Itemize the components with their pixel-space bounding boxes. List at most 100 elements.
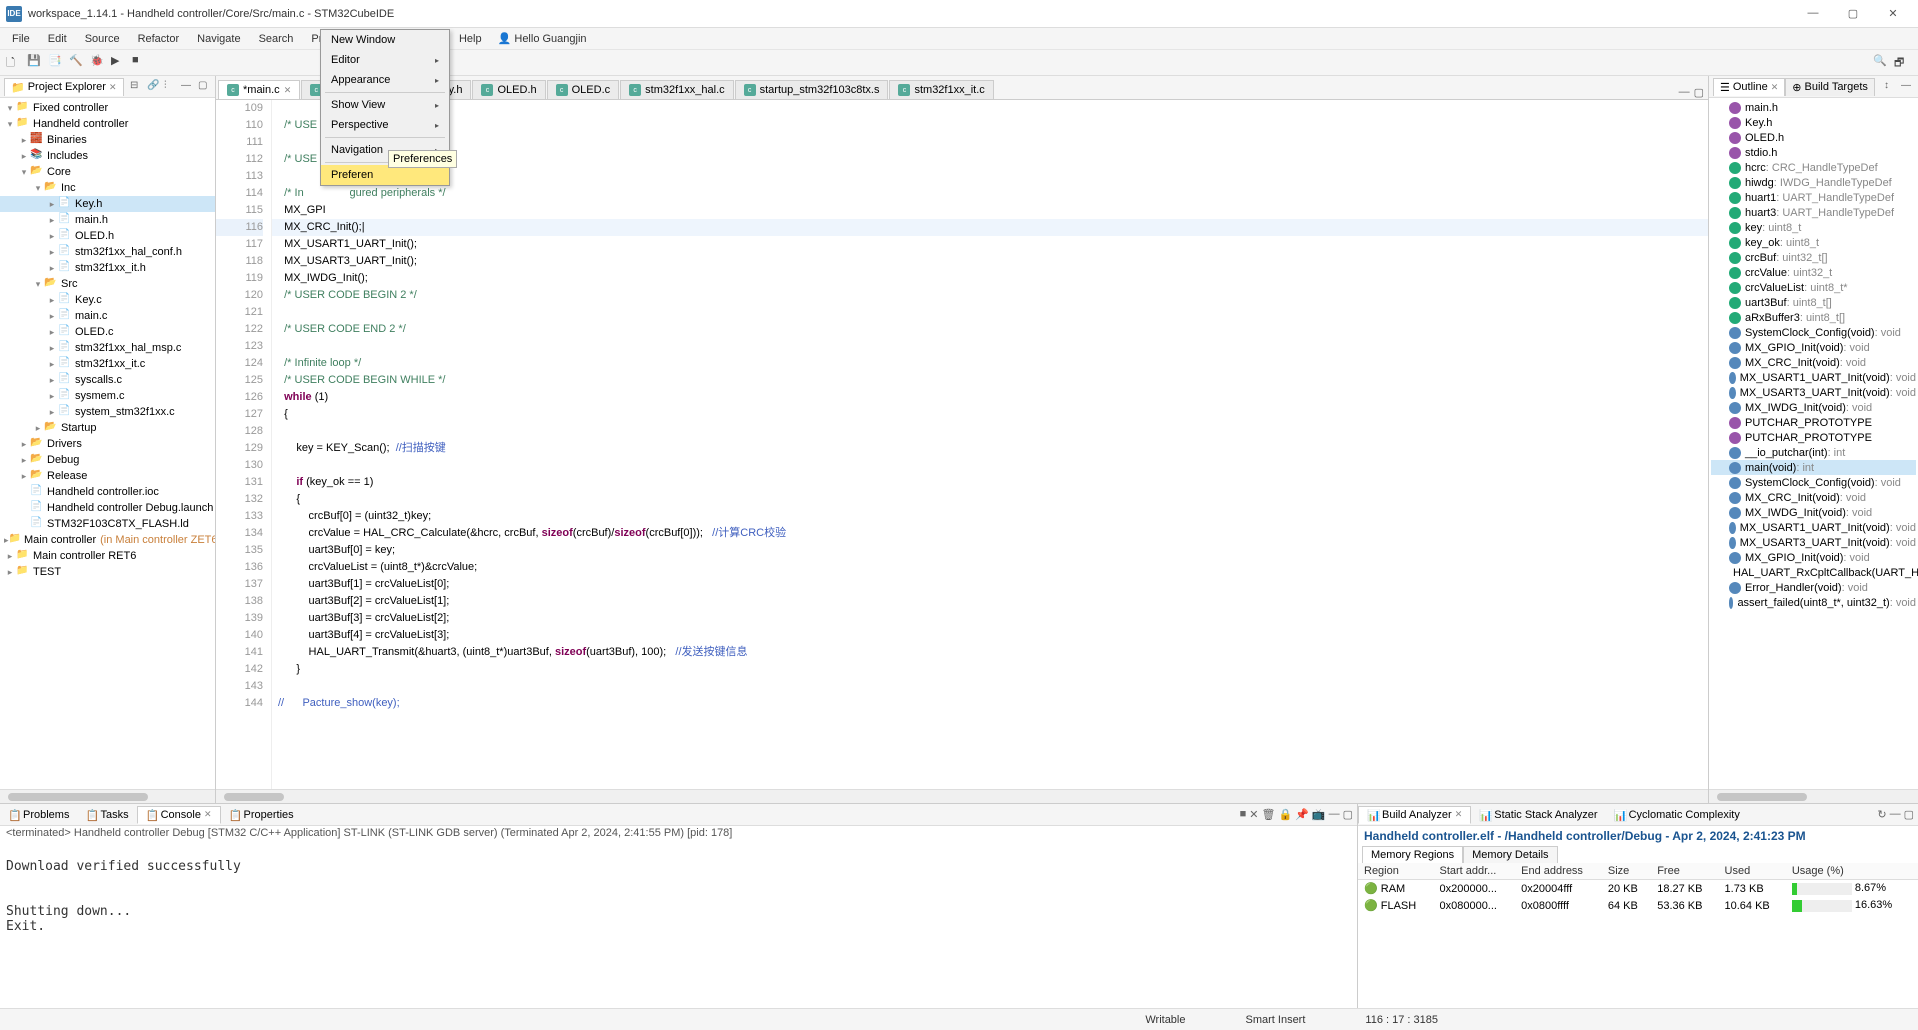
menu-edit[interactable]: Edit	[40, 31, 75, 47]
tree-node[interactable]: 📄Handheld controller.ioc	[0, 484, 215, 500]
editor-tab[interactable]: cstm32f1xx_it.c	[889, 80, 993, 99]
menu-item-editor[interactable]: Editor▸	[321, 50, 449, 70]
mem-tab-memory-details[interactable]: Memory Details	[1463, 846, 1557, 863]
clear-icon[interactable]: 🗑	[1262, 808, 1276, 821]
maximize-icon[interactable]: ▢	[1343, 808, 1353, 821]
outline-item[interactable]: crcValueList : uint8_t*	[1711, 280, 1916, 295]
tree-node[interactable]: ▸🧱Binaries	[0, 132, 215, 148]
table-row[interactable]: 🟢 RAM0x200000...0x20004fff20 KB18.27 KB1…	[1358, 880, 1918, 898]
tree-node[interactable]: ▸📄stm32f1xx_hal_msp.c	[0, 340, 215, 356]
tree-node[interactable]: ▸📂Release	[0, 468, 215, 484]
minimize-icon[interactable]: —	[1329, 808, 1340, 821]
tree-node[interactable]: ▸📁TEST	[0, 564, 215, 580]
tree-node[interactable]: ▸📄system_stm32f1xx.c	[0, 404, 215, 420]
terminate-icon[interactable]: ■	[1240, 808, 1247, 821]
project-hscroll[interactable]	[0, 789, 215, 803]
refresh-icon[interactable]: ↻	[1877, 808, 1886, 821]
tree-node[interactable]: ▸📁Main controller(in Main controller ZET…	[0, 532, 215, 548]
code-editor[interactable]: 1091101111121131141151161171181191201211…	[216, 100, 1708, 789]
project-explorer-tab[interactable]: 📁 Project Explorer ✕	[4, 78, 124, 96]
pin-icon[interactable]: 📌	[1295, 808, 1309, 821]
outline-item[interactable]: MX_USART3_UART_Init(void) : void	[1711, 535, 1916, 550]
close-button[interactable]: ✕	[1882, 7, 1904, 20]
remove-icon[interactable]: ✕	[1249, 808, 1258, 821]
outline-hscroll[interactable]	[1709, 789, 1918, 803]
tree-node[interactable]: ▸📂Debug	[0, 452, 215, 468]
tree-node[interactable]: ▸📄stm32f1xx_it.c	[0, 356, 215, 372]
outline-item[interactable]: HAL_UART_RxCpltCallback(UART_Han	[1711, 565, 1916, 580]
menu-item-appearance[interactable]: Appearance▸	[321, 70, 449, 90]
outline-list[interactable]: main.hKey.hOLED.hstdio.hhcrc : CRC_Handl…	[1709, 98, 1918, 789]
outline-item[interactable]: hiwdg : IWDG_HandleTypeDef	[1711, 175, 1916, 190]
build-targets-tab[interactable]: ⊕ Build Targets	[1785, 78, 1875, 96]
outline-item[interactable]: SystemClock_Config(void) : void	[1711, 325, 1916, 340]
tab-properties[interactable]: 📋Properties	[221, 807, 302, 823]
menu-help[interactable]: Help	[451, 31, 490, 47]
menu-navigate[interactable]: Navigate	[189, 31, 248, 47]
filter-icon[interactable]: ⫶	[164, 80, 178, 94]
menu-item-preferen[interactable]: Preferen	[321, 165, 449, 185]
outline-item[interactable]: MX_CRC_Init(void) : void	[1711, 490, 1916, 505]
menu-item-show-view[interactable]: Show View▸	[321, 95, 449, 115]
maximize-button[interactable]: ▢	[1842, 7, 1864, 20]
outline-item[interactable]: MX_IWDG_Init(void) : void	[1711, 505, 1916, 520]
tree-node[interactable]: ▸📄OLED.h	[0, 228, 215, 244]
tree-node[interactable]: ▸📄stm32f1xx_hal_conf.h	[0, 244, 215, 260]
outline-item[interactable]: PUTCHAR_PROTOTYPE	[1711, 415, 1916, 430]
outline-item[interactable]: stdio.h	[1711, 145, 1916, 160]
close-icon[interactable]: ✕	[109, 82, 117, 93]
outline-item[interactable]: MX_USART1_UART_Init(void) : void	[1711, 370, 1916, 385]
tree-node[interactable]: ▸📄Key.c	[0, 292, 215, 308]
maximize-icon[interactable]: ▢	[198, 80, 212, 94]
new-icon[interactable]: 🗋	[6, 54, 24, 72]
tab-cyclomatic-complexity[interactable]: 📊Cyclomatic Complexity	[1606, 807, 1748, 823]
minimize-icon[interactable]: —	[1901, 80, 1915, 94]
tree-node[interactable]: ▸📄stm32f1xx_it.h	[0, 260, 215, 276]
outline-item[interactable]: uart3Buf : uint8_t[]	[1711, 295, 1916, 310]
minimize-button[interactable]: —	[1802, 7, 1824, 20]
editor-tab[interactable]: cOLED.c	[547, 80, 620, 99]
outline-item[interactable]: Key.h	[1711, 115, 1916, 130]
tree-node[interactable]: ▸📄main.c	[0, 308, 215, 324]
outline-item[interactable]: OLED.h	[1711, 130, 1916, 145]
outline-item[interactable]: MX_IWDG_Init(void) : void	[1711, 400, 1916, 415]
tree-node[interactable]: ▾📂Src	[0, 276, 215, 292]
outline-item[interactable]: hcrc : CRC_HandleTypeDef	[1711, 160, 1916, 175]
tree-node[interactable]: ▾📂Core	[0, 164, 215, 180]
outline-item[interactable]: key : uint8_t	[1711, 220, 1916, 235]
tree-node[interactable]: ▸📄main.h	[0, 212, 215, 228]
outline-item[interactable]: main(void) : int	[1711, 460, 1916, 475]
tab-console[interactable]: 📋Console ✕	[137, 806, 221, 824]
menu-refactor[interactable]: Refactor	[130, 31, 188, 47]
outline-item[interactable]: crcBuf : uint32_t[]	[1711, 250, 1916, 265]
user-greeting[interactable]: Hello Guangjin	[498, 32, 587, 45]
tree-node[interactable]: ▾📂Inc	[0, 180, 215, 196]
tree-node[interactable]: ▸📚Includes	[0, 148, 215, 164]
outline-item[interactable]: crcValue : uint32_t	[1711, 265, 1916, 280]
outline-item[interactable]: MX_USART3_UART_Init(void) : void	[1711, 385, 1916, 400]
tab-build-analyzer[interactable]: 📊Build Analyzer ✕	[1358, 806, 1471, 824]
outline-item[interactable]: MX_CRC_Init(void) : void	[1711, 355, 1916, 370]
outline-item[interactable]: __io_putchar(int) : int	[1711, 445, 1916, 460]
outline-item[interactable]: SystemClock_Config(void) : void	[1711, 475, 1916, 490]
link-editor-icon[interactable]: 🔗	[147, 80, 161, 94]
sort-icon[interactable]: ↕	[1884, 80, 1898, 94]
outline-tab[interactable]: ☰ Outline ✕	[1713, 78, 1785, 96]
menu-search[interactable]: Search	[251, 31, 302, 47]
editor-tab[interactable]: c*main.c✕	[218, 80, 300, 99]
tree-node[interactable]: 📄Handheld controller Debug.launch	[0, 500, 215, 516]
console-output[interactable]: Download verified successfully Shutting …	[0, 840, 1357, 1008]
tab-tasks[interactable]: 📋Tasks	[77, 807, 136, 823]
outline-item[interactable]: Error_Handler(void) : void	[1711, 580, 1916, 595]
tree-node[interactable]: ▸📄sysmem.c	[0, 388, 215, 404]
menu-file[interactable]: File	[4, 31, 38, 47]
outline-item[interactable]: aRxBuffer3 : uint8_t[]	[1711, 310, 1916, 325]
stop-icon[interactable]: ■	[132, 54, 150, 72]
outline-item[interactable]: huart1 : UART_HandleTypeDef	[1711, 190, 1916, 205]
outline-item[interactable]: assert_failed(uint8_t*, uint32_t) : void	[1711, 595, 1916, 610]
outline-item[interactable]: MX_GPIO_Init(void) : void	[1711, 550, 1916, 565]
display-icon[interactable]: 📺	[1312, 808, 1326, 821]
mem-tab-memory-regions[interactable]: Memory Regions	[1362, 846, 1463, 863]
minimize-icon[interactable]: —	[1679, 86, 1690, 99]
outline-item[interactable]: huart3 : UART_HandleTypeDef	[1711, 205, 1916, 220]
